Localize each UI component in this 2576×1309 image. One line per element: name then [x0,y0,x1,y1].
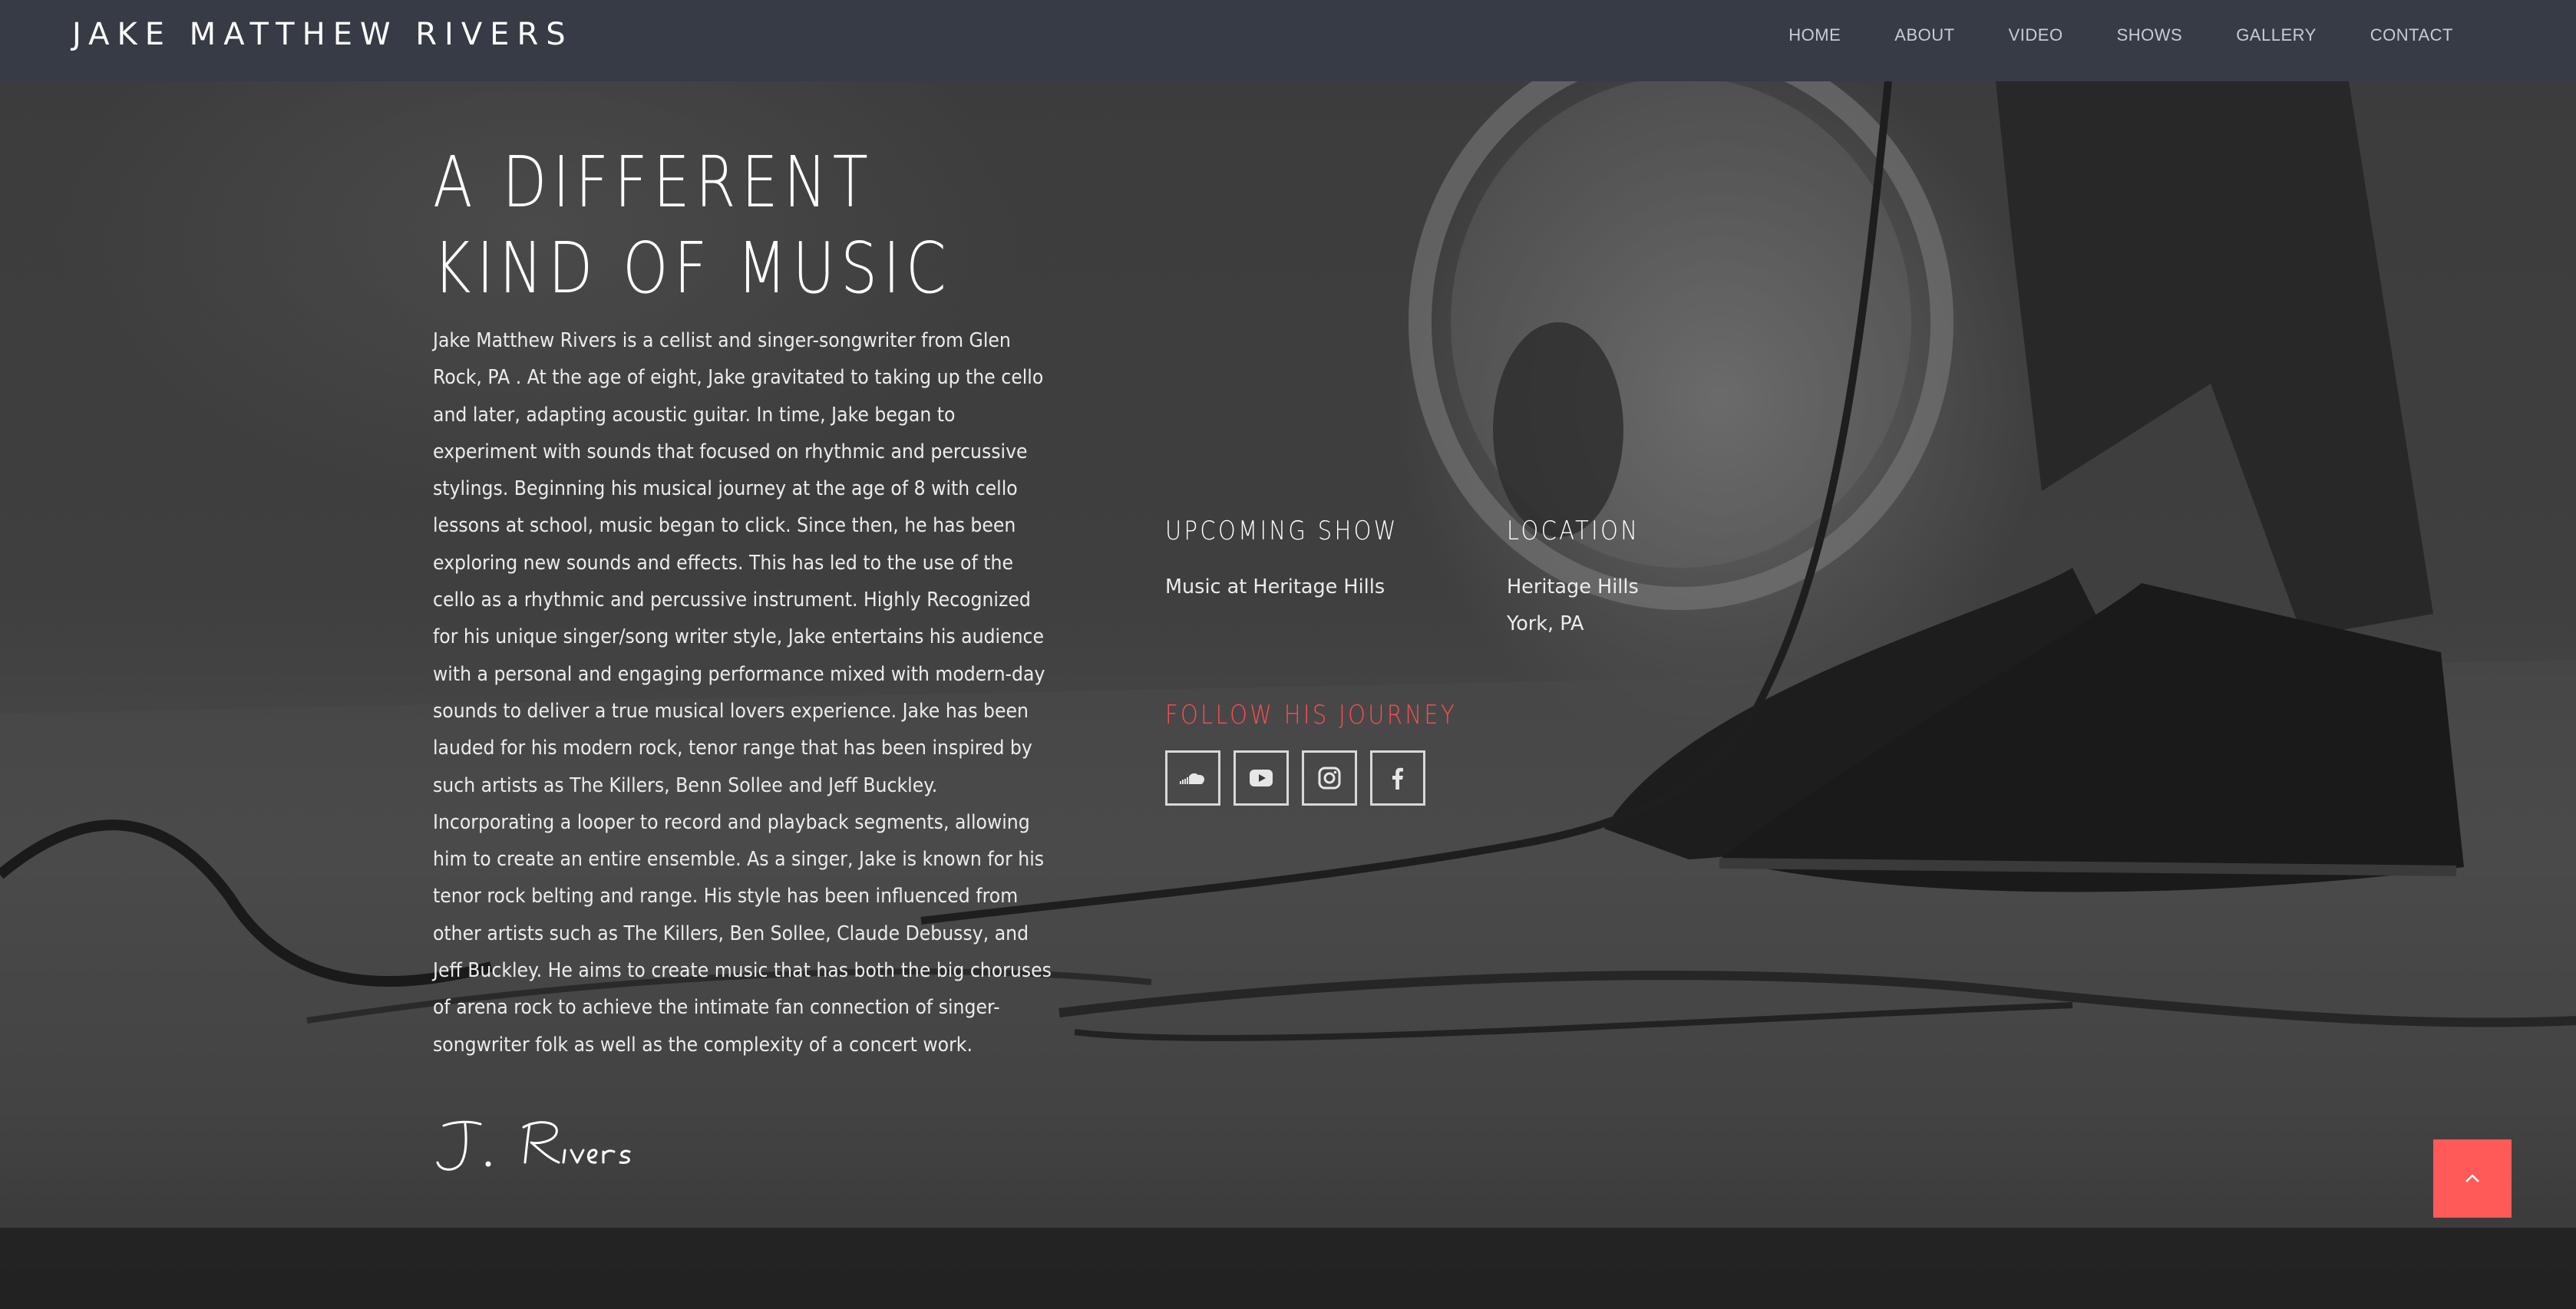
soundcloud-button[interactable] [1165,750,1220,806]
upcoming-show-name: Music at Heritage Hills [1165,575,1385,598]
bio-line: Jeff Buckley. He aims to create music th… [433,959,1052,983]
youtube-button[interactable] [1234,750,1289,806]
nav-item-video[interactable]: VIDEO [2009,25,2063,45]
main-nav: HOME ABOUT VIDEO SHOWS GALLERY CONTACT [1735,25,2453,45]
upcoming-show-heading-text: UPCOMING SHOW [1165,516,1399,546]
bio-line: him to create an entire ensemble. As a s… [433,848,1045,872]
instagram-icon [1318,767,1341,790]
instagram-button[interactable] [1302,750,1357,806]
artist-bio: Jake Matthew Rivers is a cellist and sin… [433,322,1070,1063]
location-heading: LOCATION [1507,516,1663,546]
upcoming-show-heading: UPCOMING SHOW [1165,516,1439,546]
hero-headline: A DIFFERENT KIND OF MUSIC [433,140,1065,312]
youtube-icon [1250,770,1273,786]
back-to-top-button[interactable] [2433,1139,2512,1218]
stage-photo-illustration [0,35,2576,1309]
nav-item-shows[interactable]: SHOWS [2117,25,2183,45]
bio-line: with a personal and engaging performance… [433,662,1045,686]
follow-heading: FOLLOW HIS JOURNEY [1165,700,1508,730]
hero-headline-line-2: KIND OF MUSIC [433,227,953,309]
bio-line: of arena rock to achieve the intimate fa… [433,996,1000,1020]
bio-line: experiment with sounds that focused on r… [433,440,1028,463]
bio-line: other artists such as The Killers, Ben S… [433,922,1029,945]
bio-line: exploring new sounds and effects. This h… [433,551,1013,575]
site-navbar: JAKE MATTHEW RIVERS HOME ABOUT VIDEO SHO… [0,0,2576,81]
nav-item-about[interactable]: ABOUT [1894,25,1954,45]
location-line-1: Heritage Hills [1507,575,1639,598]
hero-headline-line-1: A DIFFERENT [433,141,874,223]
bio-line: for his unique singer/song writer style,… [433,625,1045,649]
facebook-icon [1392,767,1403,790]
bio-line: tenor rock belting and range. His style … [433,885,1019,908]
location-address: Heritage Hills York, PA [1507,569,1639,642]
bio-line: stylings. Beginning his musical journey … [433,477,1018,501]
bio-line: songwriter folk as well as the complexit… [433,1033,973,1057]
follow-heading-text: FOLLOW HIS JOURNEY [1165,700,1458,730]
soundcloud-icon [1180,773,1205,784]
facebook-button[interactable] [1370,750,1425,806]
bio-line: cello as a rhythmic and percussive instr… [433,589,1031,612]
bio-line: Jake Matthew Rivers is a cellist and sin… [433,329,1011,352]
artist-signature [433,1116,656,1181]
bio-line: sounds to deliver a true musical lovers … [433,699,1029,723]
site-brand-logo[interactable]: JAKE MATTHEW RIVERS [72,17,573,52]
chevron-up-icon [2465,1174,2479,1182]
bio-line: and later, adapting acoustic guitar. In … [433,403,956,427]
bio-line: Rock, PA . At the age of eight, Jake gra… [433,366,1044,390]
bio-line: Incorporating a looper to record and pla… [433,810,1030,834]
nav-item-gallery[interactable]: GALLERY [2236,25,2317,45]
location-line-2: York, PA [1507,612,1584,635]
nav-item-home[interactable]: HOME [1788,25,1841,45]
location-heading-text: LOCATION [1507,516,1640,546]
bio-line: lessons at school, music began to click.… [433,514,1016,538]
nav-item-contact[interactable]: CONTACT [2370,25,2453,45]
social-links [1165,750,1425,806]
signature-drawing [436,1120,631,1171]
bio-line: lauded for his modern rock, tenor range … [433,737,1032,760]
hero-background-photo [0,0,2576,1309]
bio-line: such artists as The Killers, Benn Sollee… [433,773,938,797]
